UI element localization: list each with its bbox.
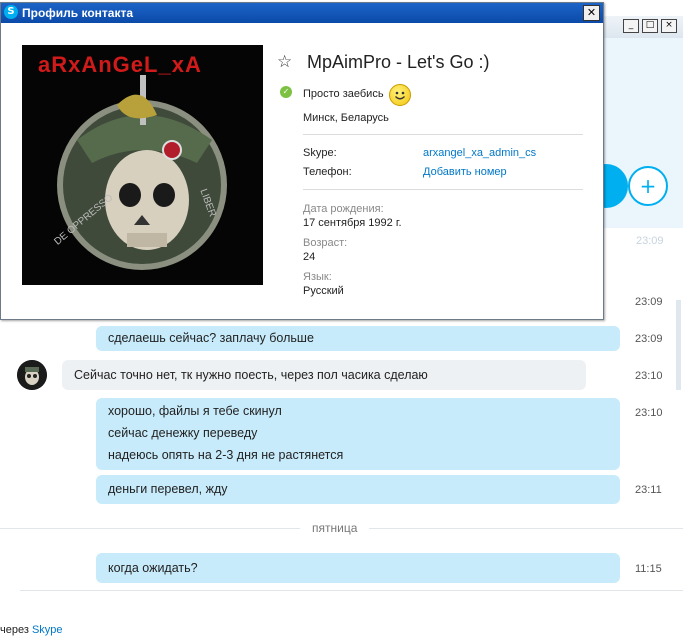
message-text: когда ожидать? (108, 561, 198, 575)
incoming-message[interactable]: Сейчас точно нет, тк нужно поесть, через… (62, 360, 586, 390)
message-time: 23:10 (635, 407, 663, 419)
close-icon[interactable]: ✕ (583, 5, 600, 21)
language-value: Русский (303, 285, 344, 297)
skype-icon: S (4, 5, 18, 19)
online-status-icon: ✓ (280, 86, 292, 98)
scrollbar[interactable] (676, 300, 681, 390)
message-text: надеюсь опять на 2-3 дня не растянется (108, 448, 344, 462)
age-label: Возраст: (303, 237, 348, 249)
add-contact-button[interactable]: + (628, 166, 668, 206)
favorite-star-icon[interactable]: ☆ (277, 52, 292, 72)
day-divider-label: пятница (300, 521, 370, 535)
dialog-title: Профиль контакта (22, 6, 134, 20)
skype-label: Skype: (303, 147, 337, 159)
close-window-button[interactable]: × (661, 19, 677, 33)
skype-name-link[interactable]: arxangel_xa_admin_cs (423, 147, 536, 159)
outgoing-message[interactable]: когда ожидать? (96, 553, 620, 583)
dialog-titlebar: S Профиль контакта ✕ (1, 3, 603, 23)
smiley-emoticon-icon (389, 84, 411, 106)
mood-message: Просто заебись (303, 88, 384, 100)
phone-label: Телефон: (303, 166, 352, 178)
contact-display-name: MpAimPro - Let's Go :) (307, 52, 490, 72)
composer-divider (20, 590, 683, 591)
via-prefix: через (0, 624, 29, 636)
message-text: хорошо, файлы я тебе скинул (108, 404, 282, 418)
minimize-button[interactable]: _ (623, 19, 639, 33)
age-value: 24 (303, 251, 316, 263)
message-text: сейчас денежку переведу (108, 426, 258, 440)
outgoing-message[interactable]: сделаешь сейчас? заплачу больше (96, 326, 620, 351)
message-text: деньги перевел, жду (108, 482, 228, 496)
maximize-button[interactable]: □ (642, 19, 658, 33)
outgoing-message[interactable]: деньги перевел, жду (96, 475, 620, 504)
message-text: сделаешь сейчас? заплачу больше (108, 331, 314, 345)
contact-profile-dialog: S Профиль контакта ✕ aRxAnGeL_xA DE OPPR… (0, 2, 604, 320)
message-text: Сейчас точно нет, тк нужно поесть, через… (74, 368, 428, 382)
birthday-value: 17 сентября 1992 г. (303, 217, 402, 229)
birthday-label: Дата рождения: (303, 203, 384, 215)
main-window-titlebar: _ □ × (600, 16, 683, 39)
message-time: 11:15 (635, 563, 662, 575)
via-skype-note: через Skype (0, 624, 63, 636)
message-time: 23:10 (635, 370, 663, 382)
message-time: 23:09 (636, 235, 664, 247)
contact-avatar[interactable] (17, 360, 47, 390)
add-person-icon: + (639, 174, 657, 198)
separator (303, 134, 583, 135)
outgoing-message[interactable]: хорошо, файлы я тебе скинул сейчас денеж… (96, 398, 620, 470)
profile-picture: aRxAnGeL_xA DE OPPRESSO LIBER (22, 45, 263, 285)
add-phone-link[interactable]: Добавить номер (423, 166, 507, 178)
contact-location: Минск, Беларусь (303, 112, 389, 124)
language-label: Язык: (303, 271, 332, 283)
logo-text: aRxAnGeL_xA (38, 52, 202, 77)
separator (303, 189, 583, 190)
message-time: 23:11 (635, 484, 662, 496)
message-time: 23:09 (635, 333, 663, 345)
skype-link[interactable]: Skype (32, 624, 63, 636)
message-time: 23:09 (635, 296, 663, 308)
